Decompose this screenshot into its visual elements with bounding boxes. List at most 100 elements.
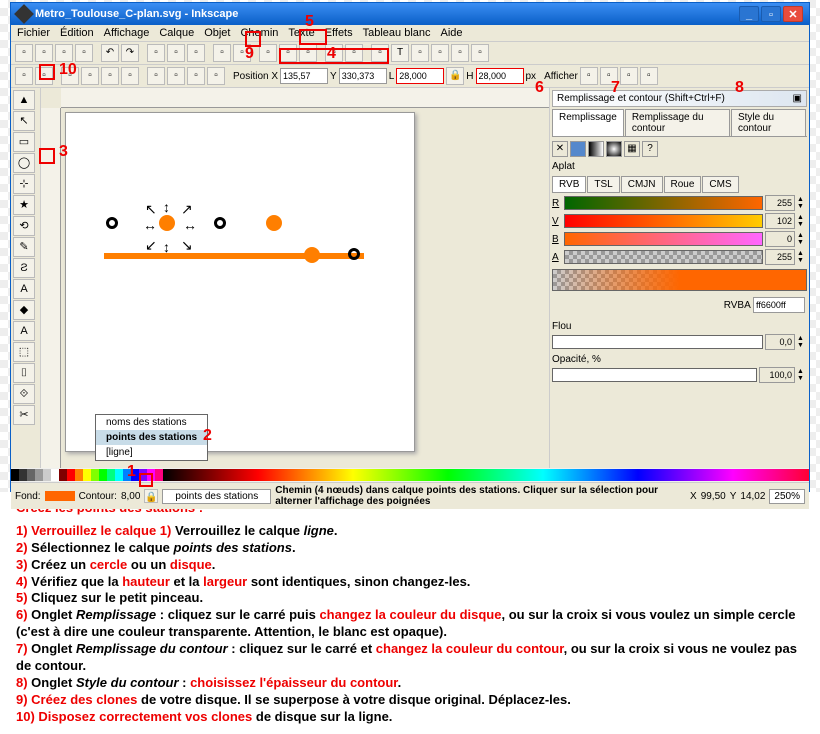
tool-spiral[interactable]: ✎ — [13, 237, 35, 257]
lower-button[interactable]: ▫ — [167, 67, 185, 85]
v-slider[interactable] — [564, 214, 763, 228]
tool-connector[interactable]: ⟐ — [13, 384, 35, 404]
r-slider[interactable] — [564, 196, 763, 210]
v-value[interactable]: 102 — [765, 213, 795, 229]
metro-line[interactable] — [104, 253, 364, 259]
tool-fill[interactable]: ✂ — [13, 405, 35, 425]
lock-wh-icon[interactable]: 🔒 — [446, 67, 464, 85]
menu-effects[interactable]: Effets — [325, 27, 353, 39]
undo-button[interactable]: ↶ — [101, 44, 119, 62]
rot2-button[interactable]: ▫ — [81, 67, 99, 85]
fill-lingrad[interactable] — [588, 141, 604, 157]
tool-text[interactable]: A — [13, 321, 35, 341]
blur-spin[interactable]: ▲▼ — [797, 335, 807, 349]
bottom-button[interactable]: ▫ — [207, 67, 225, 85]
tool-dropper[interactable]: ⌷ — [13, 363, 35, 383]
pos-y-input[interactable] — [339, 68, 387, 84]
line-endpoint-circle[interactable] — [348, 248, 360, 260]
prefs-button[interactable]: ▫ — [451, 44, 469, 62]
menu-help[interactable]: Aide — [441, 27, 463, 39]
a-value[interactable]: 255 — [765, 249, 795, 265]
ungroup-button[interactable]: ▫ — [345, 44, 363, 62]
tool-calligraphy[interactable]: ◆ — [13, 300, 35, 320]
width-input[interactable] — [396, 68, 444, 84]
tab-stroke-paint[interactable]: Remplissage du contour — [625, 109, 730, 136]
text-dialog-button[interactable]: T — [391, 44, 409, 62]
r-value[interactable]: 255 — [765, 195, 795, 211]
tool-selector[interactable]: ▲ — [13, 90, 35, 110]
panel-close-icon[interactable]: ▣ — [793, 93, 802, 104]
lock-layer-icon[interactable]: 🔒 — [144, 489, 158, 503]
flip-h-button[interactable]: ▫ — [101, 67, 119, 85]
tool-3dbox[interactable]: ⊹ — [13, 174, 35, 194]
canvas[interactable]: ↖↕↗ ↔↔ ↙↕↘ — [65, 112, 415, 452]
rot-button[interactable]: ▫ — [61, 67, 79, 85]
clone-button[interactable]: ▫ — [279, 44, 297, 62]
sel-tool-icon[interactable]: ▫ — [15, 67, 33, 85]
layer-opt-line[interactable]: [ligne] — [96, 445, 207, 460]
tool-ellipse[interactable]: ★ — [13, 195, 35, 215]
v-spin[interactable]: ▲▼ — [797, 214, 807, 228]
duplicate-button[interactable]: ▫ — [259, 44, 277, 62]
save-button[interactable]: ▫ — [55, 44, 73, 62]
opacity-spin[interactable]: ▲▼ — [797, 368, 807, 382]
cut-button[interactable]: ▫ — [187, 44, 205, 62]
fill-none[interactable]: ✕ — [552, 141, 568, 157]
menu-edit[interactable]: Édition — [60, 27, 94, 39]
zoom-button[interactable]: ▫ — [213, 44, 231, 62]
top-button[interactable]: ▫ — [187, 67, 205, 85]
print-button[interactable]: ▫ — [75, 44, 93, 62]
menu-text[interactable]: Texte — [288, 27, 314, 39]
colormode-wheel[interactable]: Roue — [664, 176, 702, 193]
tab-stroke-style[interactable]: Style du contour — [731, 109, 806, 136]
colormode-rgb[interactable]: RVB — [552, 176, 586, 193]
colormode-hsl[interactable]: TSL — [587, 176, 619, 193]
paste-button[interactable]: ▫ — [167, 44, 185, 62]
copy-button[interactable]: ▫ — [147, 44, 165, 62]
blur-value[interactable]: 0,0 — [765, 334, 795, 350]
layer-opt-points[interactable]: points des stations — [96, 430, 207, 445]
menu-view[interactable]: Affichage — [104, 27, 150, 39]
rgba-input[interactable] — [753, 297, 805, 313]
fill-flat[interactable] — [570, 141, 586, 157]
sel-tool-icon2[interactable]: ▫ — [35, 67, 53, 85]
maximize-button[interactable]: ▫ — [761, 6, 781, 22]
tool-zoom[interactable]: ▭ — [13, 132, 35, 152]
b-slider[interactable] — [564, 232, 763, 246]
pos-x-input[interactable] — [280, 68, 328, 84]
station-circle-1[interactable] — [106, 217, 118, 229]
line-endpoint-disc[interactable] — [304, 247, 320, 263]
height-input[interactable] — [476, 68, 524, 84]
align-dialog-button[interactable]: ▫ — [431, 44, 449, 62]
b-value[interactable]: 0 — [765, 231, 795, 247]
station-circle-2[interactable] — [214, 217, 226, 229]
fill-unknown[interactable]: ? — [642, 141, 658, 157]
tool-star[interactable]: ⟲ — [13, 216, 35, 236]
menu-whiteboard[interactable]: Tableau blanc — [363, 27, 431, 39]
a-spin[interactable]: ▲▼ — [797, 250, 807, 264]
fill-radgrad[interactable] — [606, 141, 622, 157]
doc-prefs-button[interactable]: ▫ — [471, 44, 489, 62]
zoom2-button[interactable]: ▫ — [233, 44, 251, 62]
new-button[interactable]: ▫ — [15, 44, 33, 62]
menu-layer[interactable]: Calque — [159, 27, 194, 39]
redo-button[interactable]: ↷ — [121, 44, 139, 62]
open-button[interactable]: ▫ — [35, 44, 53, 62]
flip-v-button[interactable]: ▫ — [121, 67, 139, 85]
tool-pencil[interactable]: Ƨ — [13, 258, 35, 278]
tool-rect[interactable]: ◯ — [13, 153, 35, 173]
raise-button[interactable]: ▫ — [147, 67, 165, 85]
group-button[interactable]: ▫ — [325, 44, 343, 62]
units-label[interactable]: px — [526, 71, 537, 82]
contour-value[interactable]: 8,00 — [121, 491, 140, 502]
menu-path[interactable]: Chemin — [240, 27, 278, 39]
opacity-value[interactable]: 100,0 — [759, 367, 795, 383]
aff-3[interactable]: ▫ — [620, 67, 638, 85]
zoom-value[interactable]: 250% — [769, 489, 805, 504]
opacity-slider[interactable] — [552, 368, 757, 382]
minimize-button[interactable]: _ — [739, 6, 759, 22]
fond-swatch[interactable] — [45, 491, 75, 501]
aff-2[interactable]: ▫ — [600, 67, 618, 85]
station-disc-2[interactable] — [266, 215, 282, 231]
colormode-cmyk[interactable]: CMJN — [621, 176, 663, 193]
